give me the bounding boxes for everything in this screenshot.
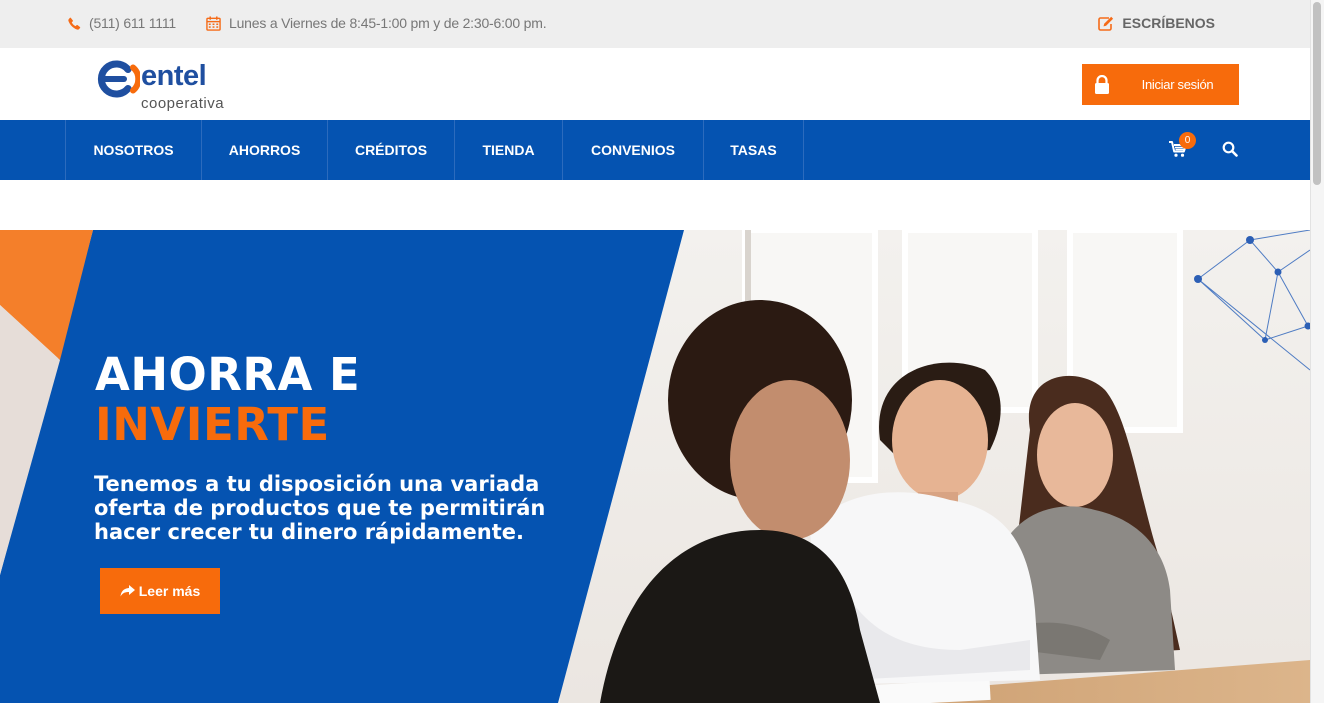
nav-item-convenios[interactable]: CONVENIOS xyxy=(562,120,703,180)
lock-icon xyxy=(1082,64,1122,105)
search-icon xyxy=(1222,141,1238,157)
nav-item-creditos[interactable]: CRÉDITOS xyxy=(327,120,454,180)
share-arrow-icon xyxy=(120,585,135,597)
login-button[interactable]: Iniciar sesión xyxy=(1082,64,1239,105)
calendar-icon xyxy=(206,15,221,31)
phone-icon xyxy=(68,17,81,30)
logo-subtitle: cooperativa xyxy=(141,95,225,112)
hero-title-line2: INVIERTE xyxy=(95,398,330,451)
hero-illustration xyxy=(0,230,1310,703)
nav-item-nosotros[interactable]: NOSOTROS xyxy=(65,120,201,180)
nav-item-tasas[interactable]: TASAS xyxy=(703,120,804,180)
main-nav: NOSOTROS AHORROS CRÉDITOS TIENDA CONVENI… xyxy=(0,120,1310,180)
site-header: entel cooperativa Iniciar sesión xyxy=(0,48,1310,120)
nav-item-ahorros[interactable]: AHORROS xyxy=(201,120,327,180)
contact-info: (511) 611 1111 Lunes a Viernes de 8:45-1… xyxy=(68,15,576,31)
phone-item[interactable]: (511) 611 1111 xyxy=(68,15,176,31)
logo-wordmark: entel xyxy=(141,60,207,92)
top-bar: (511) 611 1111 Lunes a Viernes de 8:45-1… xyxy=(0,0,1310,48)
nav-item-tienda[interactable]: TIENDA xyxy=(454,120,562,180)
cart-button[interactable]: 0 xyxy=(1168,132,1196,162)
login-label: Iniciar sesión xyxy=(1141,77,1214,92)
nav-menu: NOSOTROS AHORROS CRÉDITOS TIENDA CONVENI… xyxy=(65,120,804,180)
hero-banner: AHORRA E INVIERTE Tenemos a tu disposici… xyxy=(0,230,1310,703)
read-more-button[interactable]: Leer más xyxy=(100,568,220,614)
phone-number: (511) 611 1111 xyxy=(89,15,176,31)
hero-description: Tenemos a tu disposición una variada ofe… xyxy=(94,472,546,544)
entel-logo[interactable]: entel cooperativa xyxy=(96,58,246,114)
write-us-label: ESCRÍBENOS xyxy=(1122,15,1215,31)
logo-mark-icon xyxy=(97,60,140,98)
read-more-label: Leer más xyxy=(138,583,201,599)
hours-item: Lunes a Viernes de 8:45-1:00 pm y de 2:3… xyxy=(206,15,547,31)
edit-icon xyxy=(1098,16,1114,31)
office-hours: Lunes a Viernes de 8:45-1:00 pm y de 2:3… xyxy=(228,15,547,31)
search-button[interactable] xyxy=(1222,141,1240,159)
cart-count-badge: 0 xyxy=(1179,132,1196,149)
hero-title: AHORRA E INVIERTE xyxy=(95,350,360,450)
scrollbar-thumb[interactable] xyxy=(1313,2,1321,185)
header-spacer xyxy=(0,180,1310,230)
hero-title-line1: AHORRA E xyxy=(95,348,361,401)
write-us-link[interactable]: ESCRÍBENOS xyxy=(1098,15,1215,31)
